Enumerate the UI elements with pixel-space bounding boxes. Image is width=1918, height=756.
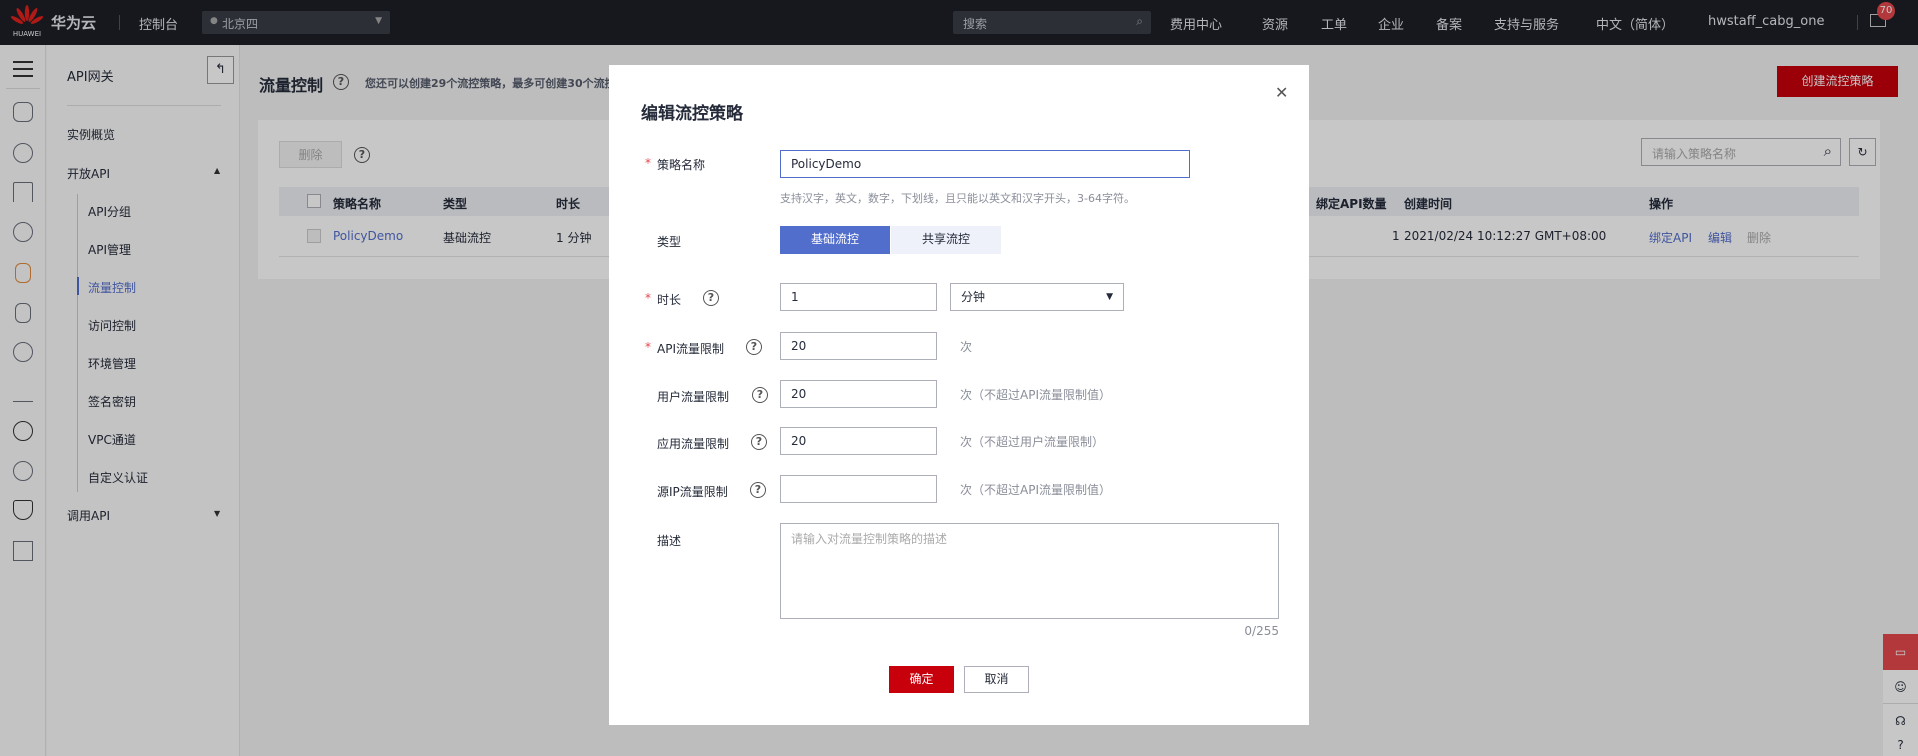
ip-limit-input[interactable]: [780, 475, 937, 503]
help-icon[interactable]: ?: [750, 482, 766, 498]
help-icon[interactable]: ?: [751, 434, 767, 450]
chevron-down-icon: ▼: [1106, 292, 1113, 302]
api-limit-input[interactable]: 20: [780, 332, 937, 360]
confirm-button[interactable]: 确定: [889, 666, 954, 693]
char-count: 0/255: [1244, 624, 1279, 638]
app-limit-label: 应用流量限制: [657, 437, 730, 451]
policy-name-input[interactable]: PolicyDemo: [780, 150, 1190, 178]
description-label: 描述: [657, 534, 682, 548]
help-icon[interactable]: ?: [746, 339, 762, 355]
duration-input[interactable]: 1: [780, 283, 937, 311]
cancel-button[interactable]: 取消: [964, 666, 1029, 693]
app-limit-input[interactable]: 20: [780, 427, 937, 455]
api-limit-label: * API流量限制: [645, 340, 724, 356]
type-basic-option[interactable]: 基础流控: [780, 226, 890, 254]
type-label: 类型: [657, 235, 682, 249]
user-limit-label: 用户流量限制: [657, 390, 730, 404]
required-icon: *: [645, 291, 651, 305]
user-limit-input[interactable]: 20: [780, 380, 937, 408]
help-icon[interactable]: ?: [752, 387, 768, 403]
help-icon[interactable]: ?: [703, 290, 719, 306]
required-icon: *: [645, 156, 651, 170]
name-hint: 支持汉字，英文，数字，下划线，且只能以英文和汉字开头，3-64字符。: [780, 192, 1135, 205]
dialog-title: 编辑流控策略: [641, 104, 743, 124]
ip-limit-label: 源IP流量限制: [657, 485, 728, 499]
required-icon: *: [645, 340, 651, 354]
name-label: * 策略名称: [645, 156, 706, 172]
edit-policy-dialog: 编辑流控策略 ✕ * 策略名称 PolicyDemo 支持汉字，英文，数字，下划线…: [609, 65, 1309, 725]
description-textarea[interactable]: 请输入对流量控制策略的描述: [780, 523, 1279, 619]
duration-unit-select[interactable]: 分钟 ▼: [950, 283, 1124, 311]
duration-label: * 时长: [645, 291, 682, 307]
close-icon[interactable]: ✕: [1275, 83, 1288, 102]
type-shared-option[interactable]: 共享流控: [891, 226, 1001, 254]
